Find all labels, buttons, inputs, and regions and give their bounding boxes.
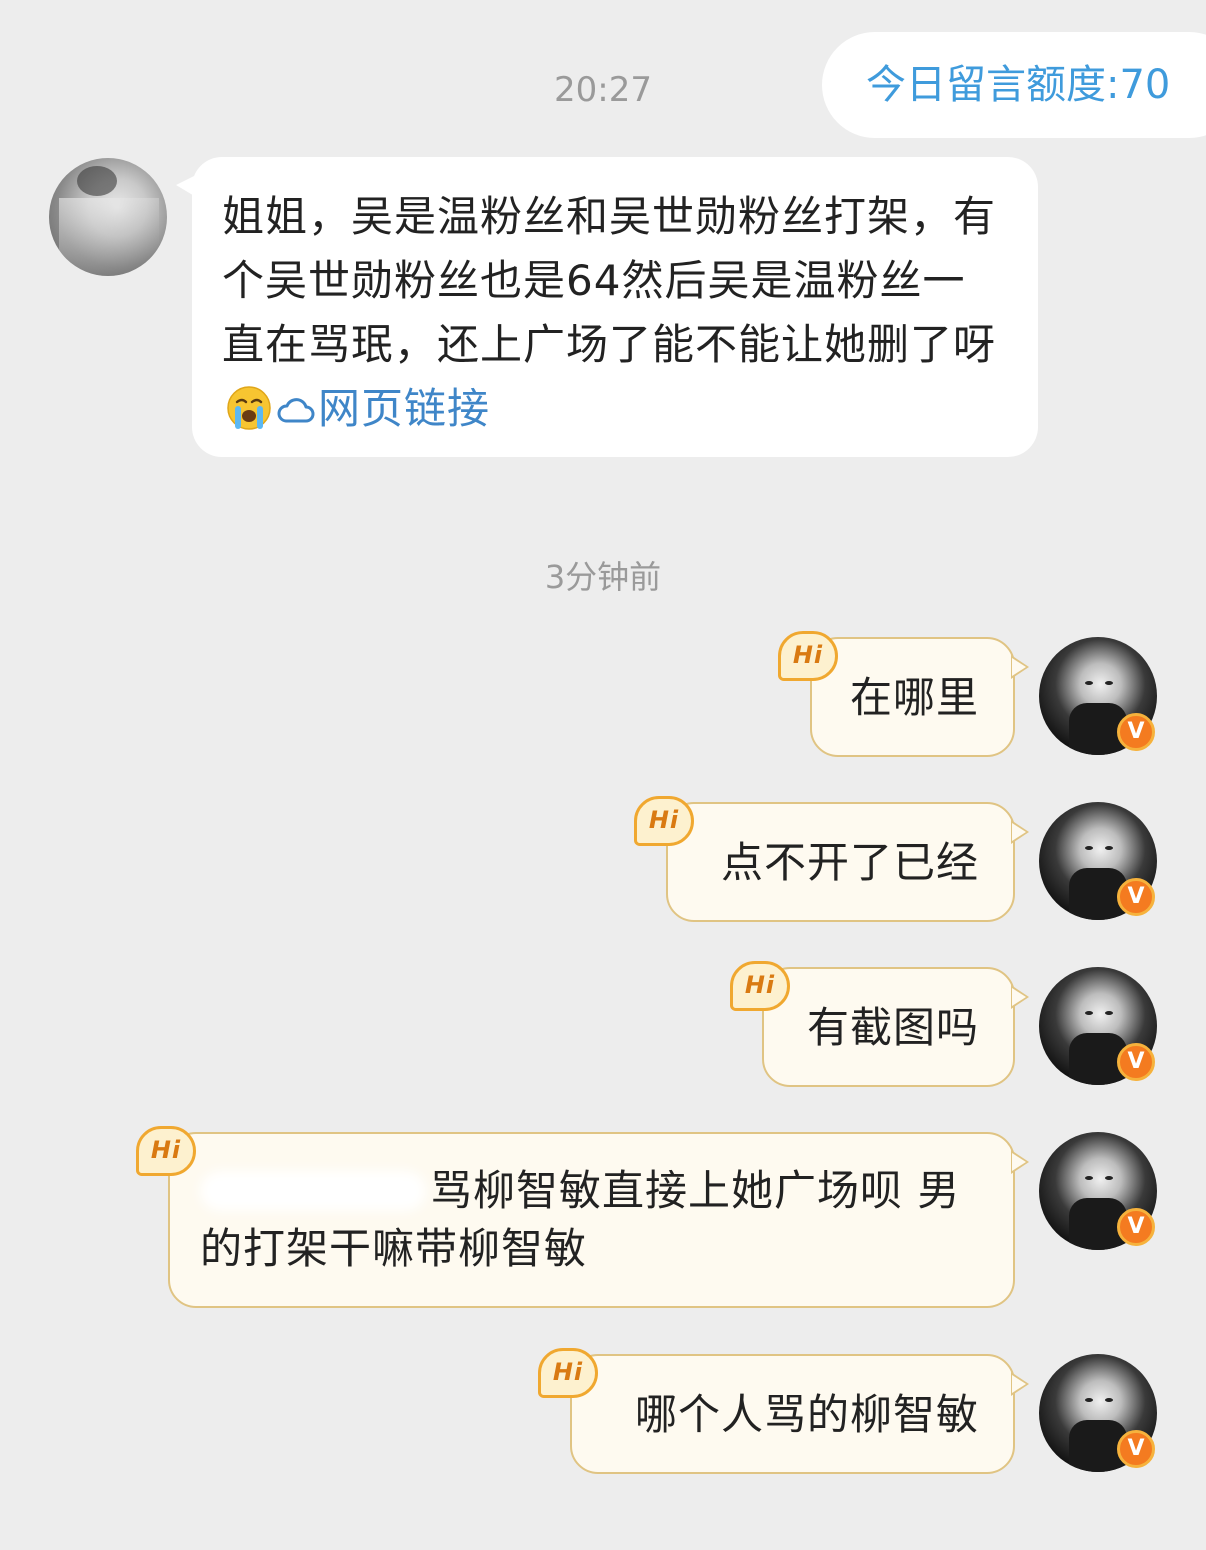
bubble-tail xyxy=(1011,655,1029,679)
outgoing-message-bubble[interactable]: Hi 点不开了已经 xyxy=(634,796,1029,922)
outgoing-message-text: 哪个人骂的柳智敏 xyxy=(634,1390,979,1439)
bubble-tail xyxy=(1011,985,1029,1009)
outgoing-message-bubble[interactable]: Hi 骂柳智敏直接上她广场呗 男的打架干嘛带柳智敏 xyxy=(136,1126,1029,1308)
verified-badge-icon: V xyxy=(1117,1430,1155,1468)
verified-badge-icon: V xyxy=(1117,713,1155,751)
redacted-username xyxy=(200,1171,426,1211)
cloud-icon xyxy=(277,398,315,423)
outgoing-message-bubble[interactable]: Hi 有截图吗 xyxy=(730,961,1029,1087)
timestamp: 20:27 xyxy=(554,70,652,110)
outgoing-message-bubble[interactable]: Hi 哪个人骂的柳智敏 xyxy=(538,1348,1029,1474)
sender-avatar[interactable] xyxy=(49,158,167,276)
my-avatar[interactable]: V xyxy=(1039,967,1157,1085)
incoming-message-bubble[interactable]: 姐姐，吴是温粉丝和吴世勋粉丝打架，有个吴世勋粉丝也是64然后吴是温粉丝一直在骂珉… xyxy=(176,157,1038,457)
my-avatar[interactable]: V xyxy=(1039,1354,1157,1472)
verified-badge-icon: V xyxy=(1117,1208,1155,1246)
timestamp: 3分钟前 xyxy=(544,558,662,596)
hi-badge-icon: Hi xyxy=(778,631,838,681)
my-avatar[interactable]: V xyxy=(1039,1132,1157,1250)
bubble-tail xyxy=(1011,820,1029,844)
outgoing-message-text: 点不开了已经 xyxy=(720,838,979,887)
outgoing-message-text: 骂柳智敏直接上她广场呗 男的打架干嘛带柳智敏 xyxy=(200,1162,983,1278)
outgoing-message-bubble[interactable]: Hi 在哪里 xyxy=(778,631,1029,757)
my-avatar[interactable]: V xyxy=(1039,802,1157,920)
hi-badge-icon: Hi xyxy=(730,961,790,1011)
outgoing-message-text: 有截图吗 xyxy=(806,1003,979,1052)
avatar-image xyxy=(49,158,167,276)
verified-badge-icon: V xyxy=(1117,1043,1155,1081)
my-avatar[interactable]: V xyxy=(1039,637,1157,755)
verified-badge-icon: V xyxy=(1117,878,1155,916)
web-link-label: 网页链接 xyxy=(318,384,491,433)
bubble-tail xyxy=(1011,1150,1029,1174)
outgoing-message-text: 在哪里 xyxy=(849,673,979,722)
hi-badge-icon: Hi xyxy=(136,1126,196,1176)
hi-badge-icon: Hi xyxy=(634,796,694,846)
message-text: 姐姐，吴是温粉丝和吴世勋粉丝打架，有个吴世勋粉丝也是64然后吴是温粉丝一直在骂珉… xyxy=(222,192,997,369)
hi-badge-icon: Hi xyxy=(538,1348,598,1398)
web-link[interactable]: 网页链接 xyxy=(276,384,490,433)
crying-face-icon xyxy=(227,386,271,430)
bubble-tail xyxy=(1011,1372,1029,1396)
incoming-message-text: 姐姐，吴是温粉丝和吴世勋粉丝打架，有个吴世勋粉丝也是64然后吴是温粉丝一直在骂珉… xyxy=(222,185,1008,441)
bubble-tail xyxy=(176,175,196,197)
